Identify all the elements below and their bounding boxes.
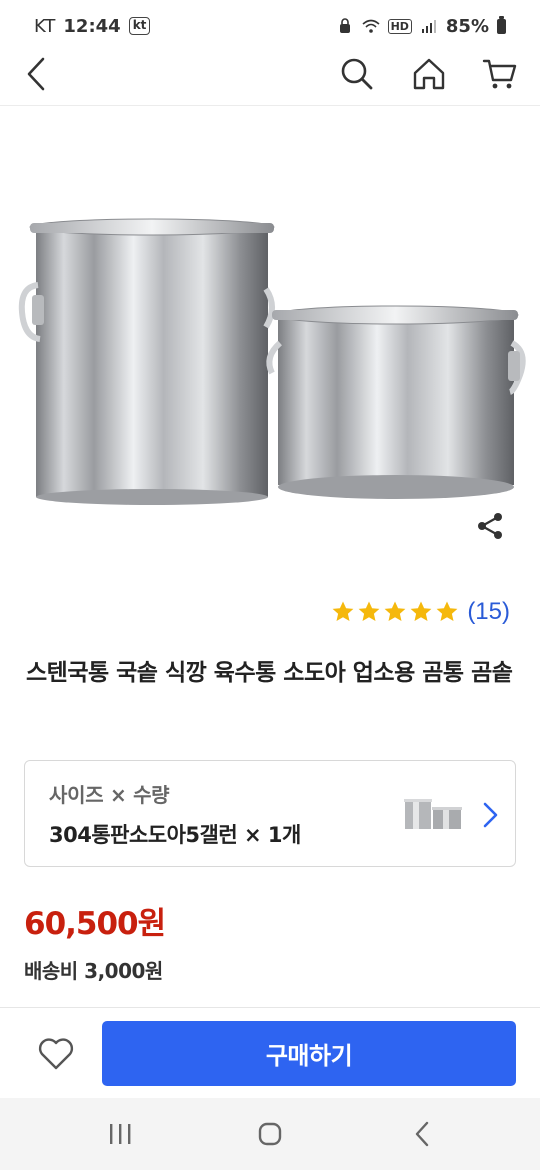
wishlist-button[interactable] <box>34 1032 78 1076</box>
rating[interactable]: (15) <box>331 598 510 626</box>
buy-button[interactable]: 구매하기 <box>102 1021 516 1086</box>
review-count[interactable]: (15) <box>467 598 510 626</box>
option-label: 사이즈 × 수량 <box>49 783 170 807</box>
share-icon <box>478 513 502 539</box>
back-button[interactable] <box>14 52 58 96</box>
system-nav-bar <box>0 1098 540 1170</box>
recents-button[interactable] <box>100 1116 140 1152</box>
carrier-label: KT <box>34 15 56 37</box>
battery-icon <box>497 15 506 34</box>
product-image[interactable] <box>0 107 540 567</box>
status-bar: KT 12:44 kt HD 85% <box>0 0 540 52</box>
option-thumbnail <box>404 799 462 829</box>
cart-icon <box>482 59 517 89</box>
signal-icon <box>421 20 436 33</box>
app-header <box>0 52 540 106</box>
recents-icon <box>110 1124 131 1144</box>
star-icon <box>384 601 406 621</box>
kt-icon: kt <box>128 17 151 35</box>
battery-percent: 85% <box>445 15 489 37</box>
home-icon <box>413 58 445 90</box>
cart-button[interactable] <box>478 52 522 96</box>
system-back-button[interactable] <box>402 1116 442 1152</box>
stockpot-illustration <box>18 218 526 505</box>
status-left: KT 12:44 kt <box>34 15 151 37</box>
shipping-fee: 배송비 3,000원 <box>24 959 163 983</box>
search-button[interactable] <box>335 52 379 96</box>
share-button[interactable] <box>472 508 508 544</box>
lock-icon <box>339 18 350 33</box>
search-icon <box>341 58 373 90</box>
system-home-button[interactable] <box>250 1116 290 1152</box>
heart-icon <box>38 1038 74 1070</box>
price: 60,500원 <box>24 906 166 942</box>
star-icon <box>358 601 380 621</box>
option-value: 304통판소도아5갤런 × 1개 <box>49 823 301 847</box>
chevron-right-icon <box>483 802 498 828</box>
status-right: HD 85% <box>336 15 506 37</box>
clock: 12:44 <box>63 15 121 37</box>
back-chevron-icon <box>415 1121 429 1147</box>
hd-badge: HD <box>387 18 412 34</box>
action-bar: 구매하기 <box>0 1007 540 1098</box>
product-title: 스텐국통 국솥 식깡 육수통 소도아 업소용 곰통 곰솥 <box>26 660 513 686</box>
option-selector[interactable]: 사이즈 × 수량 304통판소도아5갤런 × 1개 <box>24 760 516 867</box>
home-button[interactable] <box>407 52 451 96</box>
chevron-left-icon <box>27 57 45 91</box>
star-icon <box>410 601 432 621</box>
star-rating <box>331 600 459 624</box>
wifi-icon <box>362 19 380 33</box>
circle-home-icon <box>258 1122 282 1146</box>
star-icon <box>436 601 458 621</box>
star-icon <box>332 601 354 621</box>
